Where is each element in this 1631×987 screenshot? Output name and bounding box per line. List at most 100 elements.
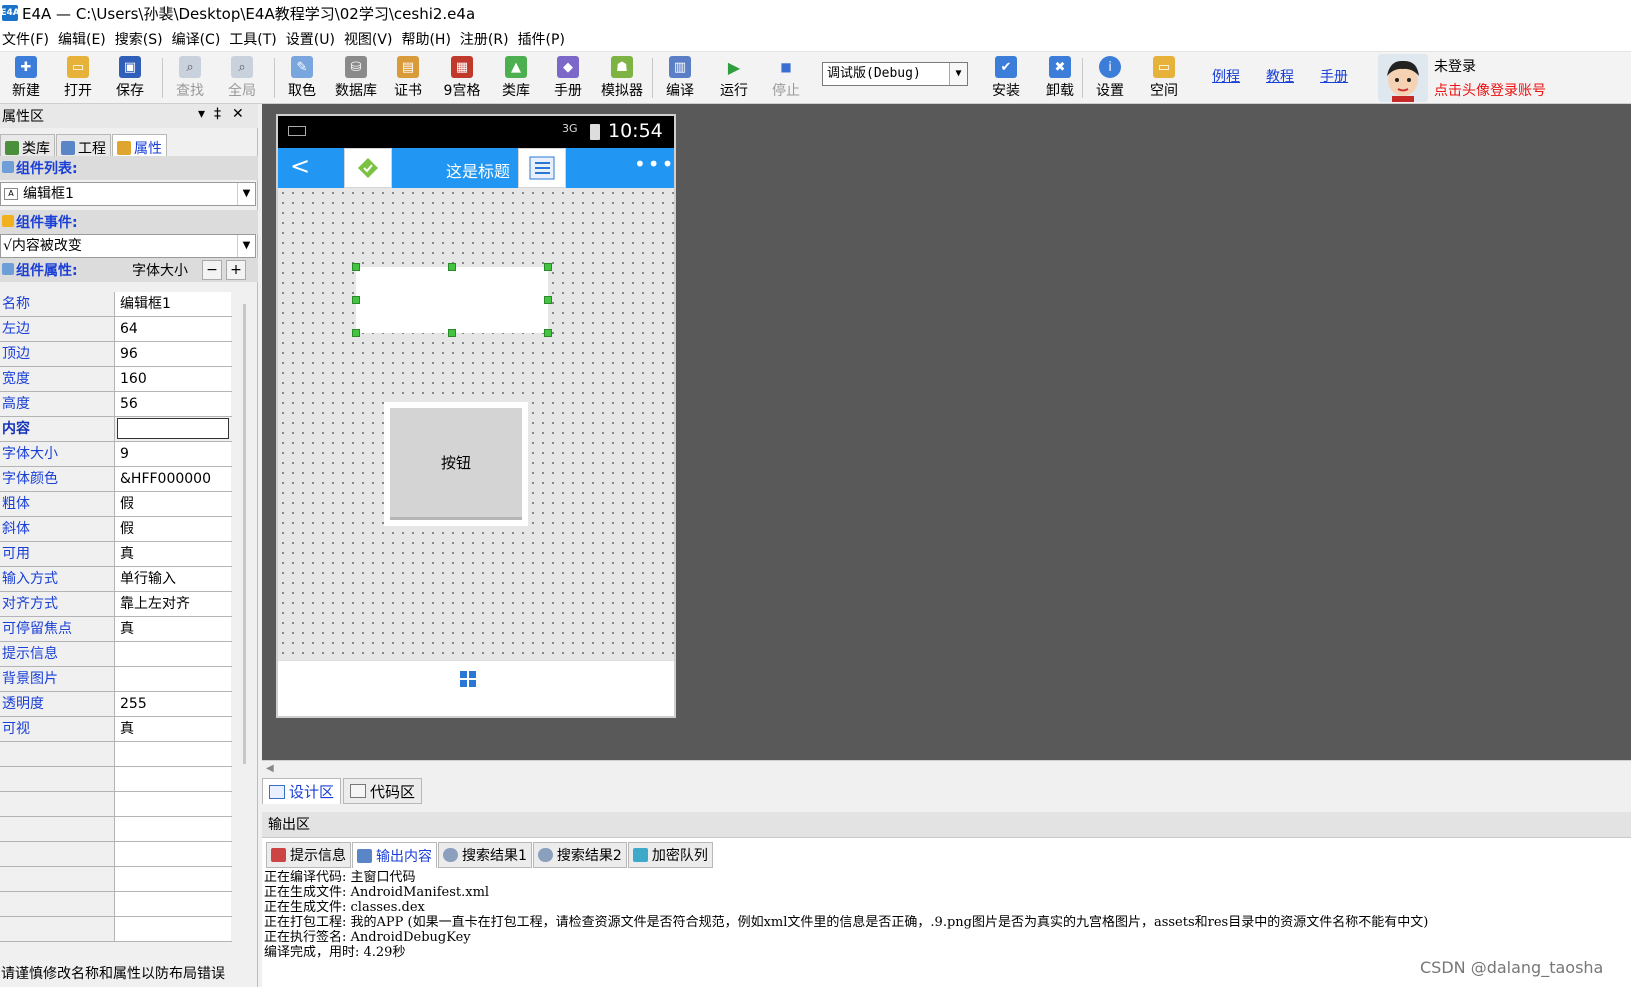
prop-row-top[interactable]: 顶边 96 <box>0 342 232 367</box>
prop-row-focusable[interactable]: 可停留焦点真 <box>0 617 232 642</box>
phone-title-bar[interactable]: < 这是标题 ••• <box>278 148 674 188</box>
design-hscrollbar[interactable]: ◀ <box>262 760 1631 778</box>
phone-button-widget[interactable]: 按钮 <box>384 402 528 526</box>
prop-value[interactable]: 靠上左对齐 <box>115 592 231 616</box>
expand-button[interactable]: + <box>226 260 246 280</box>
resize-handle[interactable] <box>352 296 360 304</box>
prop-value[interactable]: 9 <box>115 442 231 466</box>
prop-row-content[interactable]: 内容 <box>0 417 232 442</box>
tab-code[interactable]: 代码区 <box>343 778 423 804</box>
prop-value[interactable] <box>115 667 231 691</box>
phone-button[interactable]: 按钮 <box>390 408 522 520</box>
global-search-button[interactable]: ⌕ 全局 <box>216 54 268 102</box>
menu-plugins[interactable]: 插件(P) <box>516 29 572 49</box>
new-button[interactable]: ✚ 新建 <box>0 54 52 102</box>
menu-edit[interactable]: 编辑(E) <box>56 29 113 49</box>
prop-value[interactable] <box>115 642 231 666</box>
prop-row-opacity[interactable]: 透明度 255 <box>0 692 232 717</box>
prop-value[interactable]: &HFF000000 <box>115 467 231 491</box>
prop-value[interactable]: 64 <box>115 317 231 341</box>
certificate-button[interactable]: ▤ 证书 <box>382 54 434 102</box>
tutorial-link[interactable]: 教程 <box>1266 66 1294 86</box>
examples-link[interactable]: 例程 <box>1212 66 1240 86</box>
scrollbar-thumb[interactable] <box>243 304 246 764</box>
avatar[interactable] <box>1378 54 1428 102</box>
collapse-button[interactable]: − <box>202 260 222 280</box>
component-select[interactable]: A 编辑框1 ▼ <box>0 182 256 206</box>
menu-register[interactable]: 注册(R) <box>458 29 516 49</box>
pick-color-button[interactable]: ✎ 取色 <box>276 54 328 102</box>
resize-handle[interactable] <box>544 263 552 271</box>
phone-layout-grid[interactable]: 按钮 <box>278 188 674 660</box>
menu-list-icon[interactable] <box>518 148 566 188</box>
menu-search[interactable]: 搜索(S) <box>113 29 170 49</box>
event-select[interactable]: √内容被改变 ▼ <box>0 234 256 258</box>
tab-search-results-1[interactable]: 搜索结果1 <box>438 842 532 868</box>
prop-row-font-color[interactable]: 字体颜色 &HFF000000 <box>0 467 232 492</box>
prop-row-width[interactable]: 宽度 160 <box>0 367 232 392</box>
prop-row-background[interactable]: 背景图片 <box>0 667 232 692</box>
prop-value[interactable]: 真 <box>115 717 231 741</box>
run-button[interactable]: ▶ 运行 <box>708 54 760 102</box>
prop-value[interactable]: 160 <box>115 367 231 391</box>
back-arrow-icon[interactable]: < <box>290 152 310 180</box>
prop-value[interactable]: 编辑框1 <box>115 292 231 316</box>
prop-value[interactable]: 假 <box>115 517 231 541</box>
menu-compile[interactable]: 编译(C) <box>170 29 228 49</box>
more-dots-icon[interactable]: ••• <box>634 152 675 176</box>
prop-value[interactable]: 56 <box>115 392 231 416</box>
menu-view[interactable]: 视图(V) <box>342 29 400 49</box>
tab-hints[interactable]: 提示信息 <box>266 842 351 868</box>
prop-value[interactable]: 96 <box>115 342 231 366</box>
stop-button[interactable]: ■ 停止 <box>760 54 812 102</box>
menu-help[interactable]: 帮助(H) <box>399 29 457 49</box>
prop-value-editor[interactable] <box>117 418 229 439</box>
tab-search-results-2[interactable]: 搜索结果2 <box>532 842 627 868</box>
prop-value[interactable]: 255 <box>115 692 231 716</box>
resize-handle[interactable] <box>352 263 360 271</box>
prop-row-input-mode[interactable]: 输入方式 单行输入 <box>0 567 232 592</box>
find-button[interactable]: ⌕ 查找 <box>164 54 216 102</box>
prop-row-alignment[interactable]: 对齐方式 靠上左对齐 <box>0 592 232 617</box>
database-button[interactable]: ⛁ 数据库 <box>330 54 382 102</box>
resize-handle[interactable] <box>544 296 552 304</box>
prop-value[interactable]: 真 <box>115 542 231 566</box>
prop-value[interactable]: 假 <box>115 492 231 516</box>
menu-tools[interactable]: 工具(T) <box>227 29 283 49</box>
pin-icon[interactable]: ‡ <box>214 106 221 122</box>
prop-row-enabled[interactable]: 可用真 <box>0 542 232 567</box>
open-button[interactable]: ▭ 打开 <box>52 54 104 102</box>
selected-edit-box[interactable] <box>356 267 548 333</box>
prop-row-bold[interactable]: 粗体假 <box>0 492 232 517</box>
tab-encrypt-queue[interactable]: 加密队列 <box>627 842 713 868</box>
close-icon[interactable]: ✕ <box>232 106 244 122</box>
prop-row-italic[interactable]: 斜体假 <box>0 517 232 542</box>
prop-value[interactable]: 真 <box>115 617 231 641</box>
prop-row-name[interactable]: 名称 编辑框1 <box>0 292 232 317</box>
settings-button[interactable]: i 设置 <box>1084 54 1136 102</box>
resize-handle[interactable] <box>448 329 456 337</box>
library-button[interactable]: ▲ 类库 <box>490 54 542 102</box>
resize-handle[interactable] <box>448 263 456 271</box>
tab-design[interactable]: 设计区 <box>262 778 342 804</box>
logo-icon[interactable] <box>344 148 392 188</box>
resize-handle[interactable] <box>352 329 360 337</box>
space-button[interactable]: ▭ 空间 <box>1138 54 1190 102</box>
scroll-left-icon[interactable]: ◀ <box>266 763 274 774</box>
design-canvas[interactable]: 3G 10:54 < 这是标题 ••• 按钮 <box>262 104 1631 760</box>
install-button[interactable]: ✔ 安装 <box>980 54 1032 102</box>
login-hint[interactable]: 点击头像登录账号 <box>1434 80 1546 100</box>
prop-row-font-size[interactable]: 字体大小 9 <box>0 442 232 467</box>
menu-settings[interactable]: 设置(U) <box>284 29 342 49</box>
resize-handle[interactable] <box>544 329 552 337</box>
manual-link[interactable]: 手册 <box>1320 66 1348 86</box>
tab-output[interactable]: 输出内容 <box>352 842 437 868</box>
prop-row-hint[interactable]: 提示信息 <box>0 642 232 667</box>
save-button[interactable]: ▣ 保存 <box>104 54 156 102</box>
nine-patch-button[interactable]: ▦ 9宫格 <box>436 54 488 102</box>
compile-button[interactable]: ▥ 编译 <box>654 54 706 102</box>
uninstall-button[interactable]: ✖ 卸载 <box>1034 54 1086 102</box>
prop-row-left[interactable]: 左边 64 <box>0 317 232 342</box>
manual-button[interactable]: ◆ 手册 <box>542 54 594 102</box>
prop-row-visible[interactable]: 可视真 <box>0 717 232 742</box>
